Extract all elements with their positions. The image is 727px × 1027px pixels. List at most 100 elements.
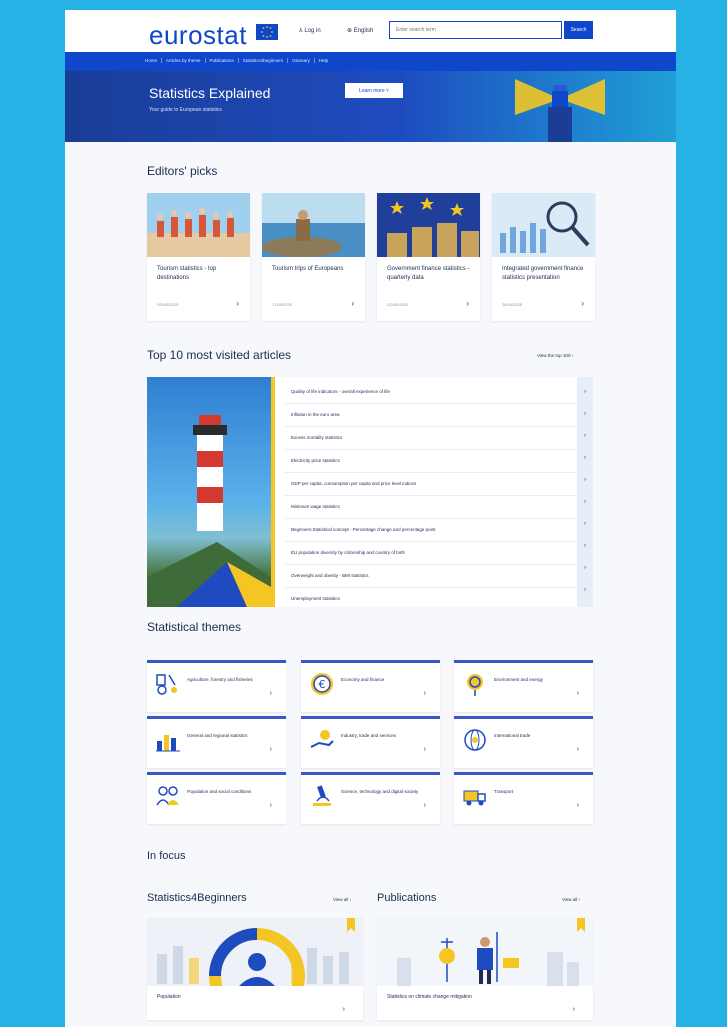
list-item[interactable]: Quality of life indicators - overall exp…	[285, 381, 577, 404]
list-item[interactable]: Inflation in the euro area	[285, 404, 577, 427]
chevron-right-icon[interactable]: ›	[577, 535, 593, 557]
theme-label: Industry, trade and services	[341, 733, 396, 738]
chevron-right-icon: ›	[423, 802, 426, 809]
list-item[interactable]: Minimum wage statistics	[285, 496, 577, 519]
chevron-right-icon[interactable]: ›	[577, 491, 593, 513]
chevron-right-icon: ›	[269, 746, 272, 753]
truck-icon	[463, 790, 486, 806]
list-item[interactable]: GDP per capita, consumption per capita a…	[285, 473, 577, 496]
nav-item-glossary[interactable]: Glossary	[292, 58, 315, 63]
euro-icon: €	[311, 673, 333, 695]
list-item[interactable]: Electricity price statistics	[285, 450, 577, 473]
chevron-right-icon: ›	[236, 299, 239, 308]
chevron-right-icon[interactable]: ›	[577, 403, 593, 425]
theme-card-science[interactable]: Science, technology and digital society …	[301, 772, 440, 824]
top10-panel: Quality of life indicators - overall exp…	[147, 377, 593, 607]
card-title: Tourism statistics - top destinations	[157, 266, 217, 281]
chevron-right-icon[interactable]: ›	[577, 513, 593, 535]
magnifier-chart-image	[492, 193, 595, 257]
language-selector[interactable]: ⊕ English	[347, 27, 373, 34]
nav-item-home[interactable]: Home	[145, 58, 163, 63]
theme-card-population[interactable]: Population and social conditions ›	[147, 772, 286, 824]
chevron-right-icon: ›	[466, 299, 469, 308]
chevron-right-icon[interactable]: ›	[577, 469, 593, 491]
top10-list: Quality of life indicators - overall exp…	[285, 381, 577, 610]
card-date: DD/05/2025	[387, 302, 409, 307]
hero-title: Statistics Explained	[149, 85, 271, 101]
card-date: 17/05/2025	[272, 302, 293, 307]
card-title: Population	[157, 994, 181, 1000]
chevron-right-icon[interactable]: ›	[577, 557, 593, 579]
themes-heading: Statistical themes	[147, 620, 242, 634]
list-item[interactable]: Overweight and obesity - BMI statistics	[285, 565, 577, 588]
theme-card-industry[interactable]: Industry, trade and services ›	[301, 716, 440, 768]
eurostat-logo[interactable]: eurostat	[149, 20, 247, 51]
search-button[interactable]: Search	[564, 21, 593, 39]
theme-card-economy[interactable]: € Economy and finance ›	[301, 660, 440, 712]
lighthouse-image	[147, 377, 271, 607]
globe-trade-icon	[464, 729, 486, 751]
theme-label: International trade	[494, 733, 531, 738]
card-date: DD/05/2025	[157, 302, 179, 307]
nav-item-beginners[interactable]: Statistics4beginners	[243, 58, 289, 63]
list-item[interactable]: EU population diversity by citizenship a…	[285, 542, 577, 565]
card-title: Tourism trips of Europeans	[272, 266, 344, 272]
theme-card-transport[interactable]: Transport ›	[454, 772, 593, 824]
editors-pick-card[interactable]: Tourism trips of Europeans 17/05/2025 ›	[262, 193, 365, 321]
theme-card-environment[interactable]: Environment and energy ›	[454, 660, 593, 712]
chevron-right-icon: ›	[572, 1006, 575, 1013]
chevron-right-icon: ›	[423, 746, 426, 753]
nav-item-articles[interactable]: Articles by theme	[166, 58, 206, 63]
theme-card-agriculture[interactable]: Agriculture, forestry and fisheries ›	[147, 660, 286, 712]
editors-pick-card[interactable]: Government finance statistics - quarterl…	[377, 193, 480, 321]
top10-heading: Top 10 most visited articles	[147, 348, 292, 362]
list-item[interactable]: Excess mortality statistics	[285, 427, 577, 450]
view-top100-link[interactable]: View the top 100 ›	[537, 353, 573, 358]
theme-card-trade[interactable]: International trade ›	[454, 716, 593, 768]
publications-view-all-link[interactable]: View all ›	[562, 897, 580, 902]
svg-text:€: €	[319, 678, 326, 691]
chevron-right-icon: ›	[342, 1006, 345, 1013]
login-link[interactable]: ⅄ Log in	[299, 27, 321, 34]
hero-subtitle: Your guide to European statistics	[149, 107, 222, 113]
accent-bar	[271, 377, 275, 607]
beginners-heading: Statistics4Beginners	[147, 892, 247, 904]
nav-item-help[interactable]: Help	[319, 58, 332, 63]
editors-pick-card[interactable]: Tourism statistics - top destinations DD…	[147, 193, 250, 321]
tractor-icon	[156, 674, 177, 695]
theme-card-general[interactable]: General and regional statistics ›	[147, 716, 286, 768]
list-item[interactable]: Unemployment statistics	[285, 588, 577, 610]
chevron-right-icon[interactable]: ›	[577, 381, 593, 403]
climate-illustration	[377, 918, 593, 986]
search-input[interactable]	[389, 21, 562, 39]
card-title: Statistics on climate change mitigation	[387, 994, 472, 1000]
chevron-right-icon: ›	[576, 746, 579, 753]
chevron-column: › › › › › › › › › ›	[577, 377, 593, 607]
beginners-card[interactable]: Population ›	[147, 918, 363, 1020]
nav-item-publications[interactable]: Publications	[210, 58, 239, 63]
chevron-right-icon[interactable]: ›	[577, 447, 593, 469]
hero-banner: Statistics Explained Your guide to Europ…	[65, 71, 676, 142]
editors-pick-card[interactable]: Integrated government finance statistics…	[492, 193, 595, 321]
list-item[interactable]: Beginners:Statistical concept - Percenta…	[285, 519, 577, 542]
editors-picks-heading: Editors' picks	[147, 164, 218, 178]
theme-label: Transport	[494, 789, 514, 794]
chevron-right-icon: ›	[576, 690, 579, 697]
beginners-view-all-link[interactable]: View all ›	[333, 897, 351, 902]
publication-card[interactable]: Statistics on climate change mitigation …	[377, 918, 593, 1020]
theme-label: Environment and energy	[494, 677, 544, 682]
chevron-right-icon[interactable]: ›	[577, 579, 593, 601]
chevron-right-icon: ›	[269, 802, 272, 809]
theme-label: Population and social conditions	[187, 789, 252, 794]
theme-label: Economy and finance	[341, 677, 385, 682]
in-focus-heading: In focus	[147, 850, 186, 862]
card-title: Government finance statistics - quarterl…	[387, 266, 470, 281]
chevron-right-icon: ›	[269, 690, 272, 697]
card-date: 28/04/2025	[502, 302, 523, 307]
learn-more-button[interactable]: Learn more ˅	[345, 83, 403, 98]
chevron-right-icon: ›	[423, 690, 426, 697]
theme-label: Agriculture, forestry and fisheries	[187, 677, 253, 682]
chevron-right-icon[interactable]: ›	[577, 425, 593, 447]
theme-label: General and regional statistics	[187, 733, 248, 738]
chevron-right-icon: ›	[351, 299, 354, 308]
